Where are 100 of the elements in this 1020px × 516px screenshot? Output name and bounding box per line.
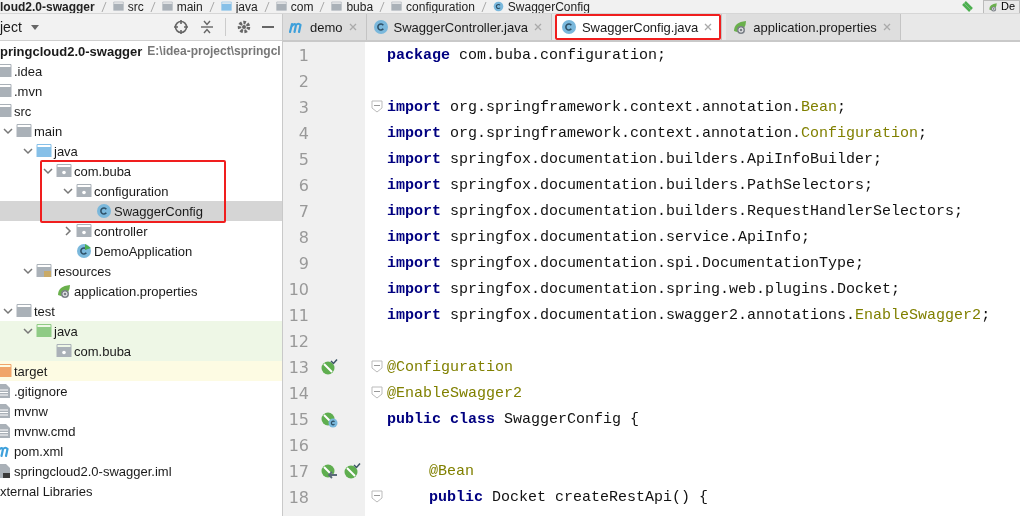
separator-icon (319, 0, 326, 13)
editor-tab[interactable]: SwaggerController.java (366, 14, 552, 40)
tree-item[interactable]: SwaggerConfig (0, 201, 282, 221)
tree-item[interactable]: controller (0, 221, 282, 241)
view-selector[interactable]: ject (0, 19, 40, 35)
line-number: 17 (287, 461, 309, 481)
code-line: import springfox.documentation.builders.ApiInfoBuilder; (387, 150, 883, 168)
line-number: 4 (297, 123, 309, 143)
editor-tab[interactable]: SwaggerConfig.java (554, 14, 723, 40)
separator-icon (379, 0, 386, 13)
spring-icon (732, 19, 749, 35)
breadcrumb-item[interactable]: java (220, 0, 258, 13)
breadcrumb-item[interactable]: src (112, 0, 144, 13)
folder-icon (275, 1, 287, 12)
folder-icon (331, 1, 343, 12)
package-icon (76, 183, 92, 199)
class-icon (492, 1, 504, 12)
folder-icon (112, 1, 124, 12)
code-line: import springfox.documentation.builders.RequestHandlerSelectors; (387, 202, 964, 220)
package-icon (56, 163, 72, 179)
tree-item[interactable]: .gitignore (0, 381, 282, 401)
folder-icon (0, 83, 12, 99)
line-number: 18 (287, 487, 309, 507)
module-file-icon (0, 463, 12, 479)
code-line: import org.springframework.context.annotation.Configuration; (387, 124, 928, 142)
folder-icon (220, 1, 232, 12)
separator-icon (480, 0, 487, 13)
caret-icon (29, 23, 40, 31)
spring-icon (987, 1, 998, 12)
minimize-icon (262, 26, 274, 28)
tree-item[interactable]: DemoApplication (0, 241, 282, 261)
close-icon (532, 22, 543, 32)
line-number: 16 (287, 435, 309, 455)
separator-icon (263, 0, 270, 13)
code-line: import org.springframework.context.annotation.Bean; (387, 98, 847, 116)
folder-icon (16, 303, 32, 319)
folder-icon (36, 143, 52, 159)
locate-icon (173, 19, 189, 35)
editor-tab[interactable]: application.properties (726, 14, 901, 40)
tree-item[interactable]: java (0, 321, 282, 341)
class-icon (76, 243, 92, 259)
line-number: 9 (297, 253, 309, 273)
separator-icon (100, 0, 107, 13)
code-line: public Docket createRestApi() { (428, 488, 709, 506)
spring-icon (56, 283, 72, 299)
tree-item[interactable]: src (0, 101, 282, 121)
collapse-all-icon (199, 19, 215, 35)
run-config-dropdown[interactable]: De (982, 0, 1020, 13)
line-number: 5 (297, 149, 309, 169)
line-number: 6 (297, 175, 309, 195)
line-number: 14 (287, 383, 309, 403)
tree-item[interactable]: test (0, 301, 282, 321)
tree-item[interactable]: mvnw.cmd (0, 421, 282, 441)
breadcrumb-item[interactable]: com (275, 0, 314, 13)
tree-item[interactable]: .idea (0, 61, 282, 81)
line-number: 1 (297, 45, 309, 65)
breadcrumb-item[interactable]: loud2.0-swagger (0, 0, 95, 13)
folder-icon (0, 103, 12, 119)
project-path: E:\idea-project\springcl (147, 44, 281, 58)
folder-icon (16, 123, 32, 139)
line-number: 3 (297, 97, 309, 117)
class-icon (372, 19, 389, 35)
tree-item[interactable]: .mvn (0, 81, 282, 101)
breadcrumb-item[interactable]: configuration (391, 0, 475, 13)
close-icon (703, 22, 714, 32)
separator-icon (208, 0, 215, 13)
tree-item[interactable]: java (0, 141, 282, 161)
code-line: import springfox.documentation.builders.PathSelectors; (387, 176, 874, 194)
line-number: 8 (297, 227, 309, 247)
tree-item[interactable]: main (0, 121, 282, 141)
folder-icon (391, 1, 403, 12)
class-icon (560, 19, 577, 35)
tree-item[interactable]: pringcloud2.0-swagger E:\idea-project\springcl (0, 41, 282, 61)
tree-item[interactable]: com.buba (0, 341, 282, 361)
resource-folder-icon (36, 263, 52, 279)
tree-item[interactable]: application.properties (0, 281, 282, 301)
tree-item[interactable]: configuration (0, 181, 282, 201)
tree-item[interactable]: com.buba (0, 161, 282, 181)
breadcrumb-item[interactable]: main (161, 0, 203, 13)
line-number: 7 (297, 201, 309, 221)
tree-item[interactable]: springcloud2.0-swagger.iml (0, 461, 282, 481)
tree-item[interactable]: resources (0, 261, 282, 281)
tree-item[interactable]: pom.xml (0, 441, 282, 461)
folder-icon (0, 63, 12, 79)
code-line: @EnableSwagger2 (387, 384, 523, 402)
code-line: @Bean (428, 462, 474, 480)
breadcrumb-item[interactable]: SwaggerConfig (492, 0, 590, 13)
folder-icon (161, 1, 173, 12)
code-line: import springfox.documentation.spring.web.plugins.Docket; (387, 280, 901, 298)
tree-item[interactable]: target (0, 361, 282, 381)
line-number: 12 (287, 331, 309, 351)
close-icon (881, 22, 892, 32)
code-line: package com.buba.configuration; (387, 46, 667, 64)
bean-icon (321, 358, 338, 376)
tree-item[interactable]: mvnw (0, 401, 282, 421)
code-line: @Configuration (387, 358, 514, 376)
tree-item[interactable]: xternal Libraries (0, 481, 282, 501)
breadcrumb-item[interactable]: buba (331, 0, 374, 13)
code-line: import springfox.documentation.service.ApiInfo; (387, 228, 811, 246)
editor-tab[interactable]: demo (283, 14, 367, 40)
